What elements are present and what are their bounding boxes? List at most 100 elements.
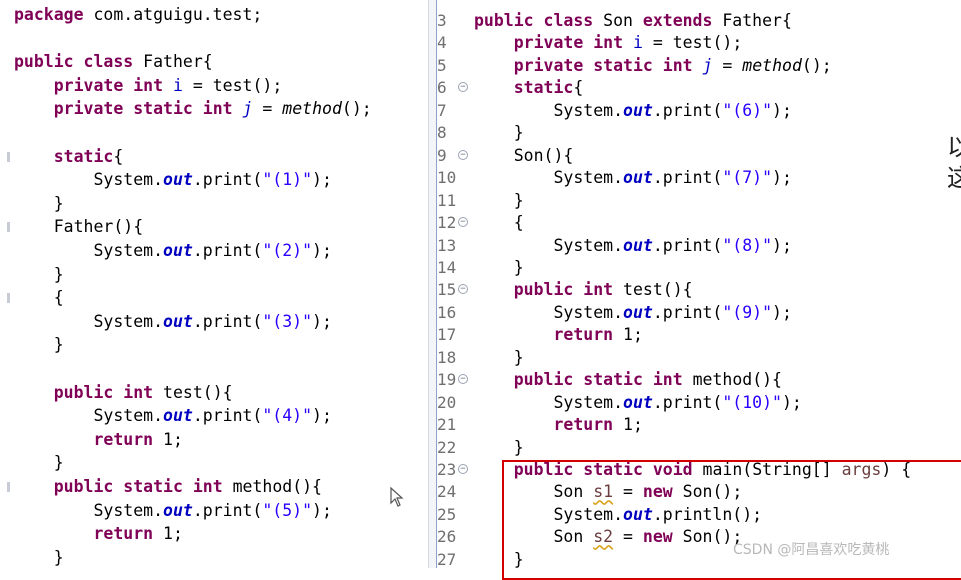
- code-line[interactable]: System.out.print("(6)");: [474, 100, 791, 122]
- code-line[interactable]: System.out.print("(8)");: [474, 235, 791, 257]
- code-token: .print(: [192, 170, 263, 190]
- fold-toggle-icon[interactable]: [458, 217, 468, 228]
- code-token: .print(: [652, 302, 723, 322]
- code-token: j: [702, 55, 713, 75]
- code-line[interactable]: private static int j = method();: [14, 98, 372, 120]
- code-line[interactable]: }: [14, 193, 64, 215]
- gutter-marker: [7, 293, 10, 304]
- code-token: 1;: [613, 415, 643, 435]
- code-line[interactable]: System.out.print("(5)");: [14, 500, 331, 522]
- code-token: Son(){: [474, 145, 574, 165]
- line-number: 4: [437, 33, 447, 53]
- code-line[interactable]: System.out.print("(1)");: [14, 169, 331, 191]
- code-token: method(){: [682, 370, 782, 390]
- code-line[interactable]: }: [474, 437, 524, 459]
- code-token: .print(: [652, 392, 723, 412]
- code-line[interactable]: {: [474, 212, 524, 234]
- code-token: );: [312, 406, 332, 426]
- code-line[interactable]: public int test(){: [14, 382, 233, 404]
- code-token: "(6)": [722, 100, 773, 120]
- code-line[interactable]: public static int method(){: [14, 476, 322, 498]
- line-number: 20: [437, 392, 457, 412]
- code-token: int: [593, 33, 624, 53]
- fold-toggle-icon[interactable]: [458, 149, 468, 160]
- code-token: );: [312, 241, 332, 260]
- code-line[interactable]: System.out.print("(9)");: [474, 302, 791, 324]
- code-line[interactable]: private int i = test();: [474, 32, 743, 54]
- code-token: .print(: [192, 311, 263, 331]
- code-line[interactable]: System.out.print("(2)");: [14, 240, 332, 262]
- fold-toggle-icon[interactable]: [458, 82, 468, 93]
- code-token: public: [53, 382, 114, 402]
- code-line[interactable]: System.out.print("(10)");: [474, 392, 801, 414]
- code-line[interactable]: }: [474, 257, 524, 279]
- code-token: test(){: [613, 280, 693, 300]
- split-divider[interactable]: [428, 0, 437, 568]
- code-line[interactable]: static{: [14, 146, 124, 168]
- code-line[interactable]: package com.atguigu.test;: [14, 4, 262, 26]
- code-token: int: [202, 99, 233, 119]
- code-line[interactable]: return 1;: [474, 324, 643, 346]
- code-line[interactable]: return 1;: [474, 414, 643, 436]
- code-line[interactable]: static{: [474, 77, 584, 99]
- code-line[interactable]: }: [474, 347, 524, 369]
- code-line[interactable]: Son(){: [474, 145, 574, 167]
- code-token: }: [474, 123, 524, 143]
- fold-toggle-icon[interactable]: [458, 374, 468, 385]
- code-token: return: [93, 429, 154, 449]
- code-token: System.: [474, 302, 624, 322]
- code-line[interactable]: public class Son extends Father{: [474, 10, 792, 32]
- fold-toggle-icon[interactable]: [458, 464, 468, 474]
- code-token: System.: [14, 406, 164, 426]
- code-line[interactable]: System.out.print("(4)");: [14, 405, 332, 427]
- code-line[interactable]: public int test(){: [474, 279, 693, 301]
- code-token: = test();: [182, 75, 283, 95]
- code-token: i: [172, 75, 183, 95]
- code-line[interactable]: {: [14, 287, 64, 309]
- code-line[interactable]: return 1;: [14, 429, 182, 451]
- code-token: static: [593, 55, 653, 75]
- code-line[interactable]: }: [474, 122, 524, 144]
- line-number: 8: [437, 123, 447, 143]
- code-token: int: [662, 55, 693, 75]
- editor-pane-father[interactable]: package com.atguigu.test; public class Fa…: [0, 0, 428, 568]
- code-token: int: [583, 280, 614, 300]
- code-token: out: [623, 100, 653, 120]
- code-token: package: [14, 5, 84, 24]
- code-line[interactable]: return 1;: [14, 523, 182, 545]
- code-token: =: [712, 55, 743, 75]
- code-line[interactable]: }: [14, 547, 64, 568]
- code-token: Father(){: [14, 217, 144, 237]
- code-token: = test();: [642, 33, 743, 53]
- code-token: ();: [341, 99, 372, 119]
- code-token: method: [742, 55, 802, 75]
- code-line[interactable]: Father(){: [14, 216, 143, 238]
- code-line[interactable]: public static int method(){: [474, 369, 782, 391]
- code-line[interactable]: }: [474, 190, 524, 212]
- code-token: "(9)": [722, 302, 773, 322]
- code-line[interactable]: }: [14, 334, 64, 356]
- code-line[interactable]: public class Father{: [14, 51, 213, 73]
- fold-toggle-icon[interactable]: [458, 284, 468, 295]
- code-line[interactable]: private static int j = method();: [474, 55, 832, 77]
- code-token: .print(: [192, 406, 263, 426]
- side-text-line1: 以: [947, 133, 961, 161]
- code-token: "(5)": [262, 500, 313, 520]
- code-line[interactable]: private int i = test();: [14, 75, 283, 97]
- code-token: 1;: [613, 325, 643, 345]
- code-token: Father{: [712, 11, 792, 30]
- code-line[interactable]: }: [14, 264, 64, 286]
- code-line[interactable]: System.out.print("(3)");: [14, 311, 331, 333]
- code-line[interactable]: }: [14, 452, 64, 474]
- mouse-pointer-icon: [390, 487, 404, 507]
- code-line[interactable]: System.out.print("(7)");: [474, 167, 791, 189]
